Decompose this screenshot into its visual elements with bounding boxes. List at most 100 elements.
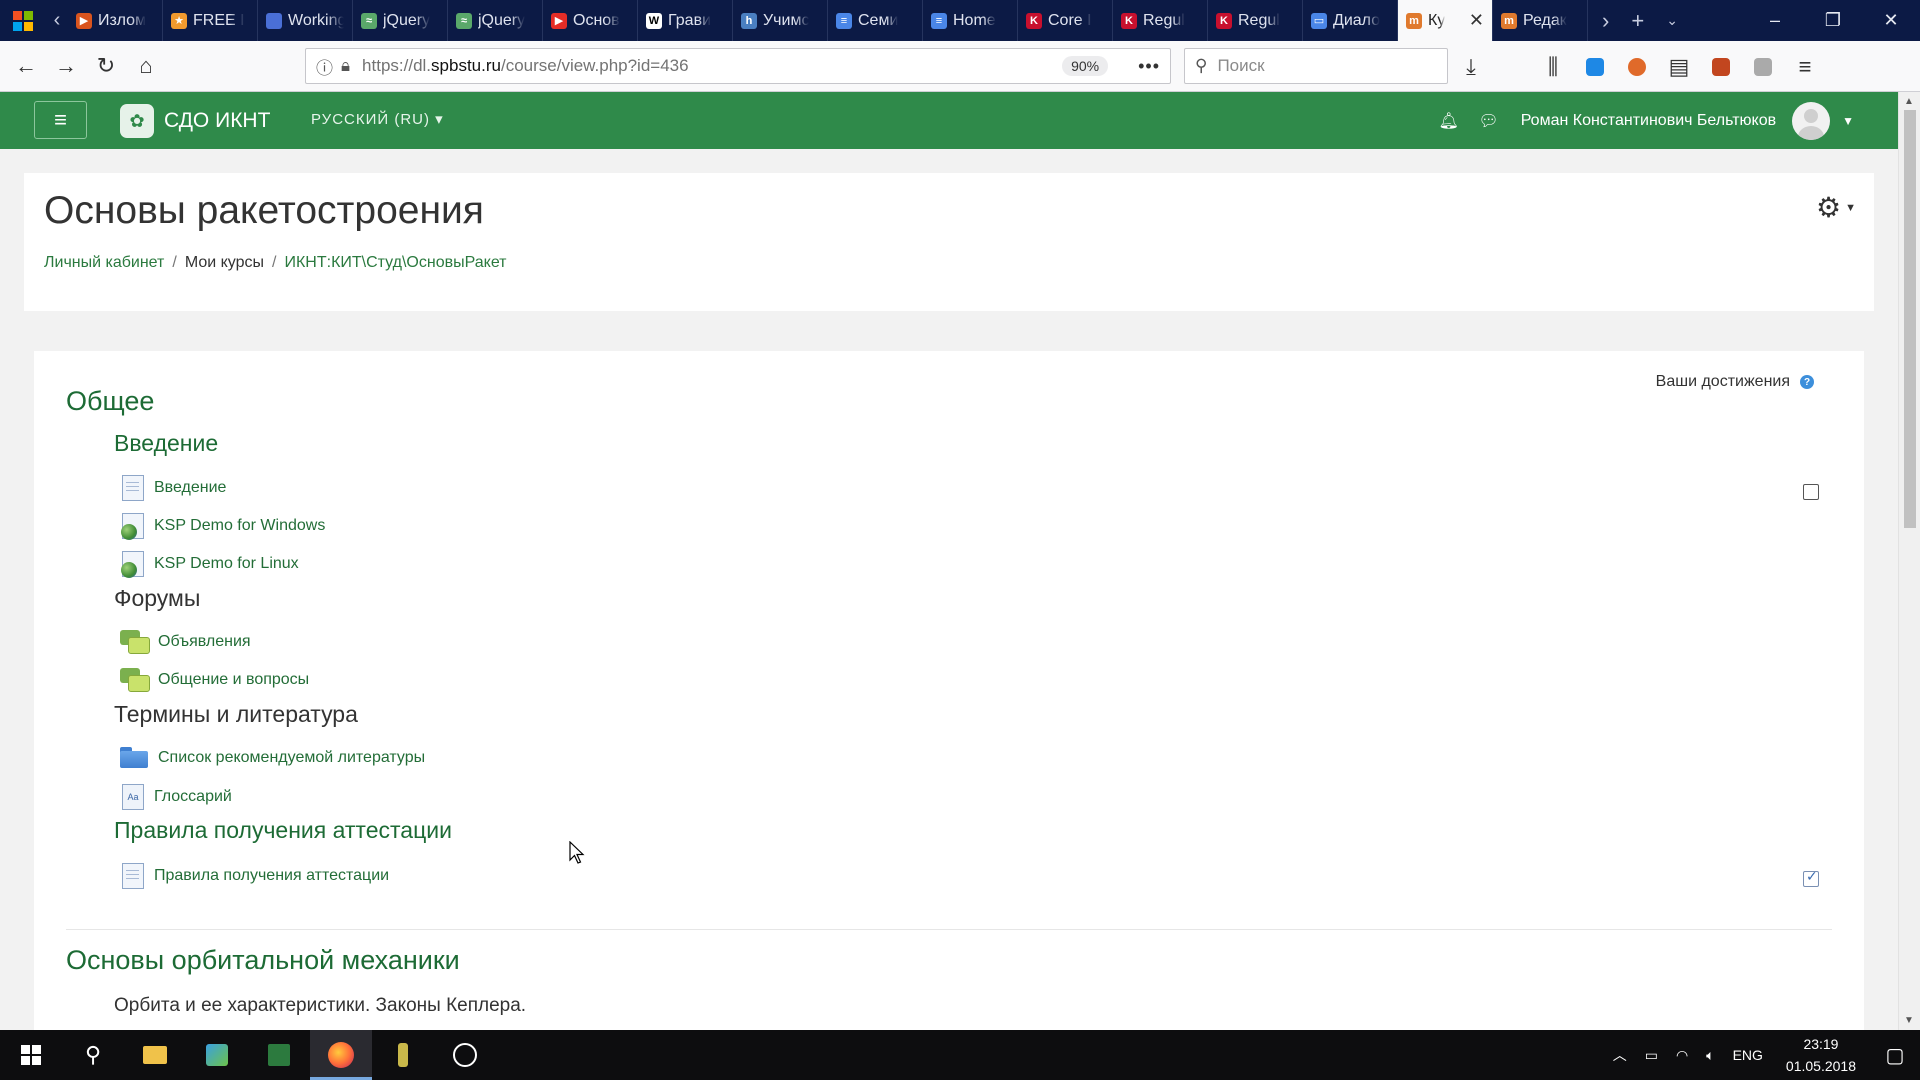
breadcrumb-dashboard[interactable]: Личный кабинет	[44, 254, 164, 272]
course-settings-menu[interactable]: ⚙ ▼	[1816, 191, 1856, 224]
user-name[interactable]: Роман Константинович Бельтюков	[1521, 112, 1776, 130]
scroll-up-icon[interactable]: ▲	[1904, 96, 1914, 107]
activity-item[interactable]: Общение и вопросы	[120, 668, 309, 692]
sidebar-icon[interactable]: ▤	[1660, 49, 1698, 85]
search-input[interactable]: ⚲ Поиск	[1184, 48, 1448, 84]
browser-tab[interactable]: m Редак	[1493, 0, 1588, 41]
url-bar[interactable]: ⓘ 🔒︎ https://dl.spbstu.ru/course/view.ph…	[305, 48, 1171, 84]
tab-label: Working w	[288, 11, 344, 29]
tab-list-dropdown-icon[interactable]: ⌄	[1666, 12, 1678, 29]
zoom-indicator[interactable]: 90%	[1062, 56, 1109, 76]
browser-tab[interactable]: h Учимс	[733, 0, 828, 41]
language-indicator[interactable]: ENG	[1724, 1047, 1772, 1063]
minimize-icon[interactable]: –	[1746, 0, 1804, 41]
activity-link[interactable]: KSP Demo for Linux	[154, 555, 299, 573]
user-menu-chevron-icon[interactable]: ▼	[1842, 114, 1854, 128]
browser-tab[interactable]: ▭ Диало	[1303, 0, 1398, 41]
forward-icon[interactable]: →	[46, 48, 86, 84]
tab-favicon-icon: K	[1026, 12, 1042, 29]
browser-tab[interactable]: K Regul	[1113, 0, 1208, 41]
chevron-up-icon[interactable]: ︿	[1604, 1045, 1636, 1065]
browser-tab[interactable]: K Core I	[1018, 0, 1113, 41]
battery-icon[interactable]: ▭	[1636, 1047, 1667, 1064]
browser-tab[interactable]: m Ку ✕	[1398, 0, 1493, 41]
help-icon[interactable]: ?	[1800, 375, 1814, 389]
tab-favicon-icon: ≡	[836, 12, 852, 29]
close-tab-icon[interactable]: ✕	[1469, 10, 1484, 31]
breadcrumb-course[interactable]: ИКНТ:КИТ\Студ\ОсновыРакет	[284, 254, 506, 272]
url-text[interactable]: https://dl.spbstu.ru/course/view.php?id=…	[362, 56, 689, 76]
breadcrumb-my-courses[interactable]: Мои курсы	[185, 254, 264, 272]
file-explorer-icon[interactable]	[124, 1030, 186, 1080]
language-menu[interactable]: РУССКИЙ (RU) ▾	[311, 110, 444, 128]
tab-scroll-right-icon[interactable]: ›	[1602, 8, 1609, 34]
notifications-icon[interactable]: 🔔︎	[1429, 111, 1469, 131]
extension-icon[interactable]	[1618, 49, 1656, 85]
download-icon[interactable]: ⤓	[1452, 49, 1490, 85]
scrollbar-thumb[interactable]	[1904, 110, 1916, 528]
browser-tab[interactable]: ▶ Основ	[543, 0, 638, 41]
activity-item[interactable]: Список рекомендуемой литературы	[120, 747, 425, 769]
activity-link[interactable]: Объявления	[158, 633, 251, 651]
browser-tab[interactable]: ≈ jQuery	[448, 0, 543, 41]
activity-link[interactable]: Общение и вопросы	[158, 671, 309, 689]
firefox-icon[interactable]	[310, 1030, 372, 1080]
tab-label: Core I	[1048, 11, 1092, 29]
obs-icon[interactable]	[434, 1030, 496, 1080]
browser-tab[interactable]: ≡ Семи	[828, 0, 923, 41]
clock[interactable]: 23:19 01.05.2018	[1772, 1033, 1870, 1077]
activity-item[interactable]: Правила получения аттестации	[122, 863, 389, 889]
site-brand[interactable]: ✿ СДО ИКНТ	[120, 104, 270, 138]
browser-tab[interactable]: ≡ Home	[923, 0, 1018, 41]
activity-item[interactable]: KSP Demo for Linux	[121, 551, 299, 578]
activity-item[interactable]: Aa Глоссарий	[122, 784, 232, 810]
browser-tab[interactable]: ▶ Излом	[68, 0, 163, 41]
browser-tab[interactable]: ★ FREE I	[163, 0, 258, 41]
start-button[interactable]	[0, 1030, 62, 1080]
messages-icon[interactable]: 💬︎	[1469, 111, 1509, 131]
notifications-center-icon[interactable]: ▢	[1870, 1043, 1920, 1068]
site-info-icon[interactable]: ⓘ	[316, 54, 333, 79]
addon-icon[interactable]	[1702, 49, 1740, 85]
library-icon[interactable]: ⫼	[1534, 49, 1572, 85]
avatar[interactable]	[1792, 101, 1831, 140]
volume-icon[interactable]: 🔈︎	[1697, 1047, 1723, 1064]
page-actions-icon[interactable]: •••	[1138, 56, 1160, 77]
completion-checkbox[interactable]	[1803, 484, 1819, 500]
home-icon[interactable]: ⌂	[126, 48, 166, 84]
section-title-orbital[interactable]: Основы орбитальной механики	[66, 945, 460, 976]
reload-icon[interactable]: ↻	[86, 48, 126, 84]
activity-link[interactable]: Список рекомендуемой литературы	[158, 749, 425, 767]
drawer-toggle-button[interactable]: ≡	[34, 101, 87, 139]
reader-icon[interactable]	[1744, 49, 1782, 85]
tab-scroll-left-icon[interactable]: ‹	[46, 0, 68, 41]
activity-item[interactable]: Введение	[122, 475, 226, 501]
completion-checkbox-checked[interactable]	[1803, 868, 1819, 887]
activity-item[interactable]: KSP Demo for Windows	[121, 513, 325, 540]
browser-tab[interactable]: ≈ jQuery	[353, 0, 448, 41]
scroll-down-icon[interactable]: ▼	[1904, 1015, 1914, 1026]
activity-item[interactable]: Объявления	[120, 630, 251, 654]
activity-link[interactable]: Введение	[154, 479, 226, 497]
skype-extension-icon[interactable]	[1576, 49, 1614, 85]
browser-tab[interactable]: W Грави	[638, 0, 733, 41]
app-icon[interactable]	[248, 1030, 310, 1080]
new-tab-icon[interactable]: +	[1631, 8, 1644, 34]
page-scrollbar[interactable]: ▲ ▼	[1898, 92, 1920, 1030]
app-icon[interactable]	[372, 1030, 434, 1080]
back-icon[interactable]: ←	[6, 48, 46, 84]
app-menu-icon[interactable]	[0, 0, 46, 41]
menu-icon[interactable]: ≡	[1786, 49, 1824, 85]
close-window-icon[interactable]: ✕	[1862, 0, 1920, 41]
site-logo-icon: ✿	[120, 104, 154, 138]
app-icon[interactable]	[186, 1030, 248, 1080]
activity-link[interactable]: Правила получения аттестации	[154, 867, 389, 885]
wifi-icon[interactable]: ◠	[1667, 1047, 1697, 1064]
search-icon[interactable]: ⚲	[62, 1030, 124, 1080]
activity-link[interactable]: KSP Demo for Windows	[154, 517, 325, 535]
browser-tab[interactable]: Working w	[258, 0, 353, 41]
browser-tab[interactable]: K Regul	[1208, 0, 1303, 41]
activity-link[interactable]: Глоссарий	[154, 788, 232, 806]
restore-icon[interactable]: ❐	[1804, 0, 1862, 41]
section-title-general[interactable]: Общее	[66, 386, 154, 417]
